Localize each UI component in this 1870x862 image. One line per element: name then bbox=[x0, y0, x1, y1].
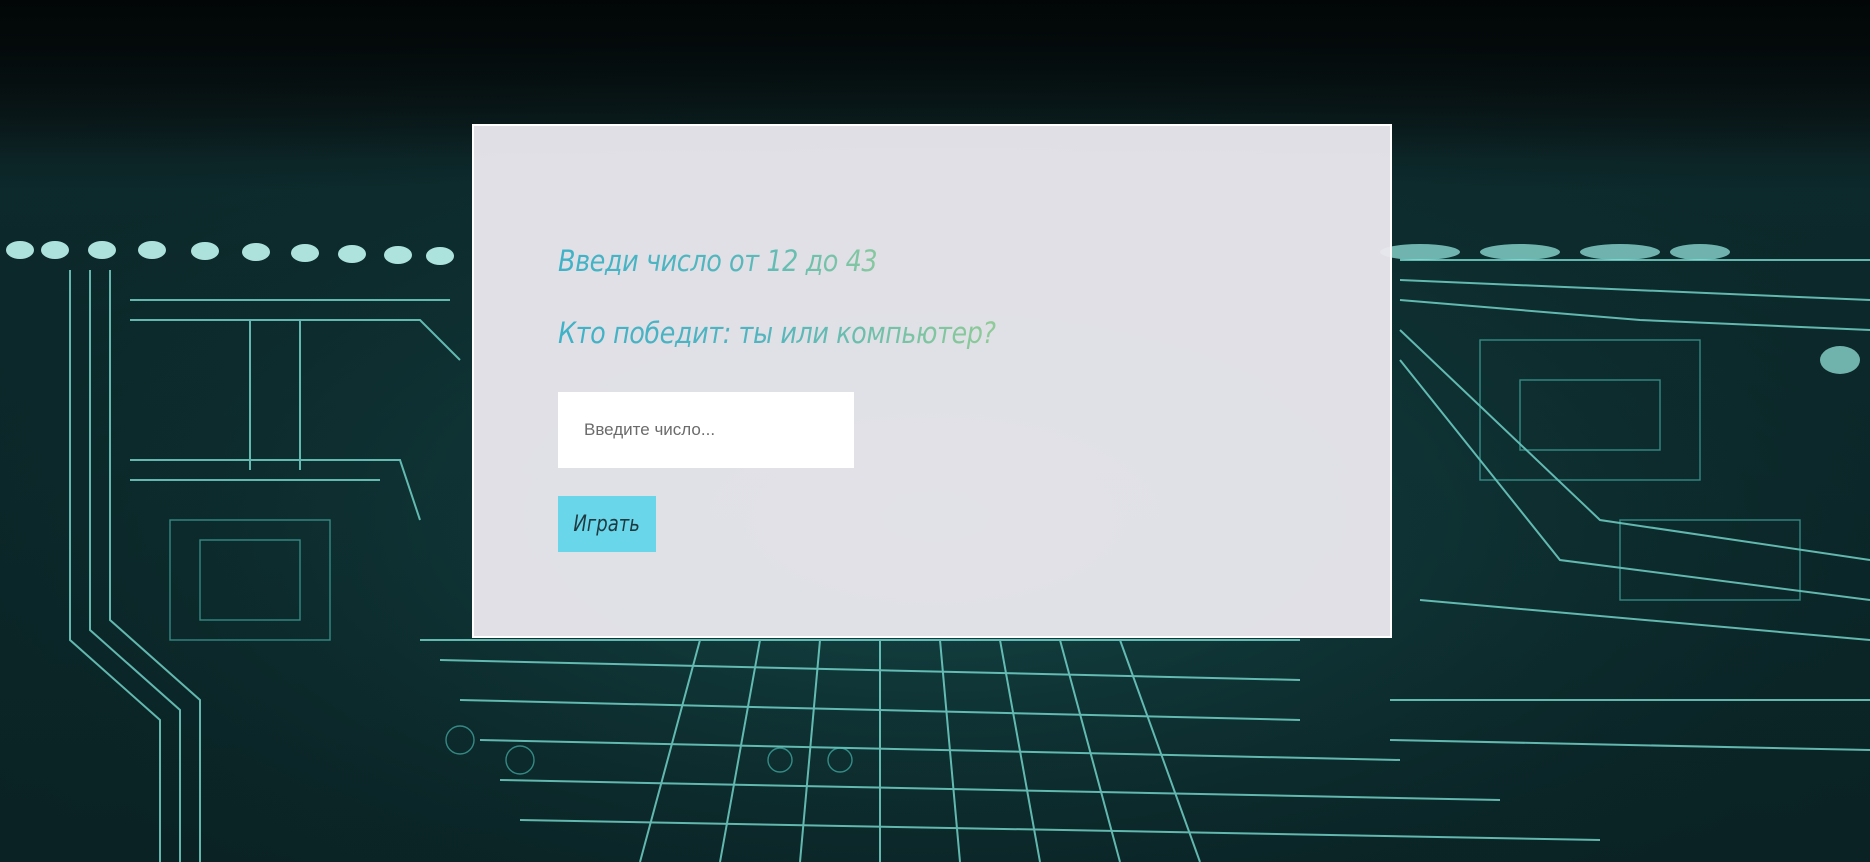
game-heading: Введи число от 12 до 43 bbox=[558, 244, 878, 278]
game-subheading: Кто победит: ты или компьютер? bbox=[558, 316, 996, 350]
number-input[interactable] bbox=[558, 392, 854, 468]
play-button-label: Играть bbox=[573, 511, 641, 537]
game-panel: Введи число от 12 до 43 Кто победит: ты … bbox=[472, 124, 1392, 638]
play-button[interactable]: Играть bbox=[558, 496, 656, 552]
